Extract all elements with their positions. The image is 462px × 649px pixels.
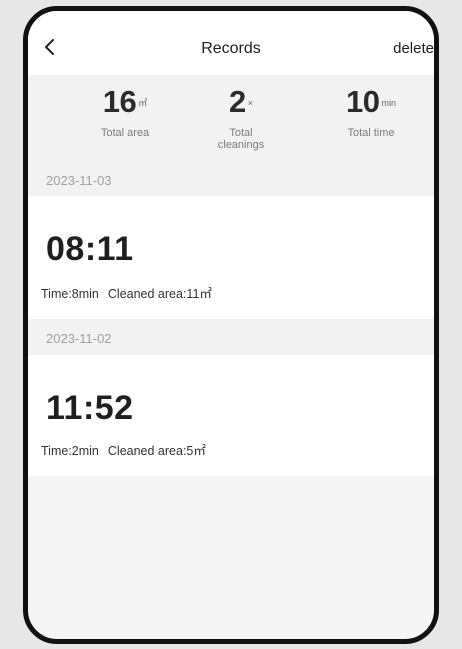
record-details: Time:2min Cleaned area:5㎡ — [41, 440, 206, 459]
stat-total-area: 16 ㎡ Total area — [70, 84, 180, 140]
total-time-value: 10 — [346, 84, 380, 119]
total-cleanings-label-line2: cleanings — [217, 139, 265, 151]
record-item[interactable]: 08:11 Time:8min Cleaned area:11㎡ — [28, 196, 434, 319]
record-duration: Time:8min — [41, 287, 99, 301]
total-time-unit: min — [381, 98, 396, 108]
date-label: 2023-11-03 — [46, 173, 112, 188]
record-start-time: 08:11 — [46, 230, 134, 268]
total-area-label: Total area — [100, 127, 150, 139]
page-title: Records — [201, 40, 261, 57]
record-cleaned-area: Cleaned area:5㎡ — [107, 444, 206, 458]
stat-total-time: 10 min Total time — [316, 84, 426, 140]
total-time-label: Total time — [347, 127, 395, 139]
total-cleanings-unit: × — [247, 98, 253, 108]
stat-total-cleanings: 2 × Total cleanings — [186, 84, 296, 152]
record-item[interactable]: 11:52 Time:2min Cleaned area:5㎡ — [28, 355, 434, 476]
date-header: 2023-11-03 — [28, 161, 434, 199]
date-header: 2023-11-02 — [28, 319, 434, 357]
total-cleanings-label-line1: Total — [229, 127, 253, 139]
total-cleanings-label: Total cleanings — [186, 127, 296, 151]
record-details: Time:8min Cleaned area:11㎡ — [41, 283, 212, 302]
record-start-time: 11:52 — [46, 389, 134, 427]
record-cleaned-area: Cleaned area:11㎡ — [107, 287, 212, 301]
phone-frame: Records delete 16 ㎡ Total area 2 × Total c… — [23, 6, 439, 644]
total-area-unit: ㎡ — [138, 98, 148, 108]
total-area-value: 16 — [102, 84, 137, 119]
date-label: 2023-11-02 — [46, 331, 112, 346]
top-bar: Records delete — [28, 11, 434, 75]
delete-button[interactable]: delete — [393, 40, 434, 57]
total-cleanings-value: 2 — [228, 84, 246, 119]
summary-panel: 16 ㎡ Total area 2 × Total cleanings 10 min … — [28, 75, 434, 163]
record-duration: Time:2min — [41, 444, 99, 458]
